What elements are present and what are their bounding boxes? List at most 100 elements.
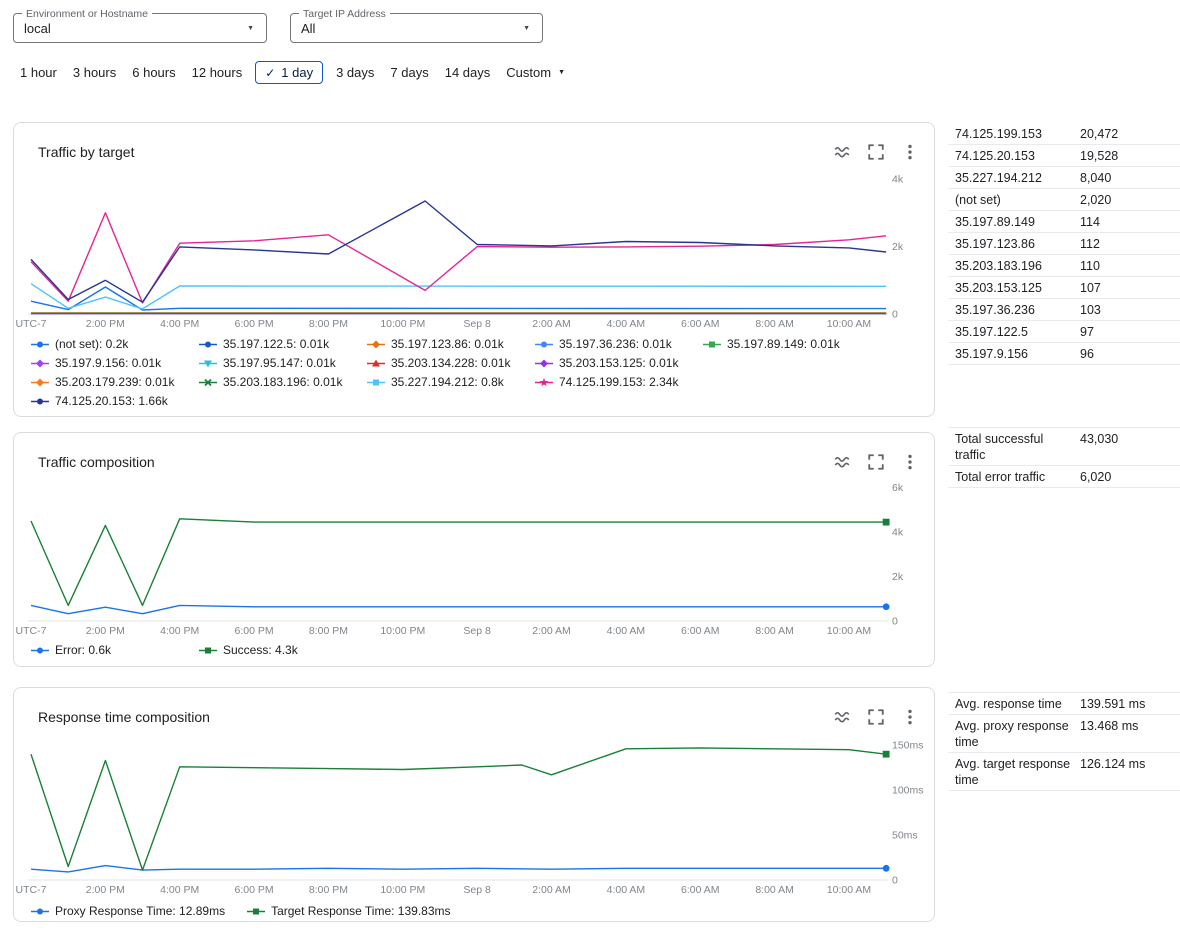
legend-item[interactable]: 35.203.134.228: 0.01k bbox=[367, 354, 535, 373]
time-range-14-days[interactable]: 14 days bbox=[439, 61, 497, 84]
chart-series bbox=[31, 284, 886, 309]
legend-label: Target Response Time: 139.83ms bbox=[271, 902, 450, 921]
square-marker-icon bbox=[199, 645, 217, 656]
legend-item[interactable]: 35.203.153.125: 0.01k bbox=[535, 354, 703, 373]
svg-text:8:00 AM: 8:00 AM bbox=[755, 318, 794, 330]
legend-item[interactable]: 35.197.89.149: 0.01k bbox=[703, 335, 871, 354]
time-range-6-hours[interactable]: 6 hours bbox=[126, 61, 181, 84]
traffic-by-target-chart[interactable]: UTC-72:00 PM4:00 PM6:00 PM8:00 PM10:00 P… bbox=[26, 167, 926, 333]
chart-series bbox=[31, 605, 886, 613]
square-marker-icon bbox=[367, 377, 385, 388]
legend-label: 35.197.95.147: 0.01k bbox=[223, 354, 336, 373]
traffic-by-target-legend: (not set): 0.2k35.197.122.5: 0.01k35.197… bbox=[31, 335, 934, 411]
table-row-value: 110 bbox=[1080, 258, 1180, 274]
table-row: 35.203.183.196110 bbox=[948, 255, 1180, 277]
table-row-value: 43,030 bbox=[1080, 431, 1180, 447]
table-row-label: 74.125.20.153 bbox=[955, 148, 1080, 164]
svg-text:10:00 AM: 10:00 AM bbox=[827, 884, 871, 896]
svg-text:10:00 PM: 10:00 PM bbox=[380, 318, 425, 330]
time-range-custom[interactable]: Custom▼ bbox=[500, 61, 571, 84]
svg-text:0: 0 bbox=[892, 616, 898, 628]
legend-item[interactable]: 35.227.194.212: 0.8k bbox=[367, 373, 535, 392]
legend-item[interactable]: 35.203.183.196: 0.01k bbox=[199, 373, 367, 392]
legend-item[interactable]: Proxy Response Time: 12.89ms bbox=[31, 902, 225, 921]
legend-item[interactable]: 35.197.95.147: 0.01k bbox=[199, 354, 367, 373]
traffic-by-target-table: 74.125.199.15320,47274.125.20.15319,5283… bbox=[948, 123, 1180, 365]
more-options-icon[interactable] bbox=[898, 705, 922, 729]
legend-item[interactable]: 35.197.123.86: 0.01k bbox=[367, 335, 535, 354]
svg-text:2:00 AM: 2:00 AM bbox=[532, 625, 571, 637]
legend-item[interactable]: 35.197.36.236: 0.01k bbox=[535, 335, 703, 354]
table-row: 35.227.194.2128,040 bbox=[948, 167, 1180, 189]
time-range-1-hour[interactable]: 1 hour bbox=[14, 61, 63, 84]
svg-text:4:00 AM: 4:00 AM bbox=[607, 884, 646, 896]
table-row: 74.125.199.15320,472 bbox=[948, 123, 1180, 145]
time-range-3-hours[interactable]: 3 hours bbox=[67, 61, 122, 84]
fullscreen-icon[interactable] bbox=[864, 140, 888, 164]
chart-series bbox=[31, 519, 886, 606]
time-range-label: 3 hours bbox=[73, 65, 116, 80]
svg-text:2:00 AM: 2:00 AM bbox=[532, 884, 571, 896]
svg-text:2:00 PM: 2:00 PM bbox=[86, 884, 125, 896]
legend-label: 35.203.153.125: 0.01k bbox=[559, 354, 678, 373]
legend-item[interactable]: Error: 0.6k bbox=[31, 641, 199, 660]
card-title-traffic-by-target: Traffic by target bbox=[38, 144, 134, 160]
svg-text:8:00 PM: 8:00 PM bbox=[309, 884, 348, 896]
svg-text:100ms: 100ms bbox=[892, 785, 924, 797]
more-options-icon[interactable] bbox=[898, 450, 922, 474]
diamond-marker-icon bbox=[31, 358, 49, 369]
diamond-marker-icon bbox=[367, 339, 385, 350]
svg-text:10:00 PM: 10:00 PM bbox=[380, 884, 425, 896]
legend-item[interactable]: 74.125.199.153: 2.34k bbox=[535, 373, 703, 392]
legend-label: 35.197.89.149: 0.01k bbox=[727, 335, 840, 354]
table-row-label: 35.197.36.236 bbox=[955, 302, 1080, 318]
diamond-marker-icon bbox=[31, 377, 49, 388]
chart-style-icon[interactable] bbox=[830, 450, 854, 474]
svg-text:6:00 PM: 6:00 PM bbox=[235, 625, 274, 637]
legend-item[interactable]: 35.197.122.5: 0.01k bbox=[199, 335, 367, 354]
svg-text:6:00 PM: 6:00 PM bbox=[235, 884, 274, 896]
time-range-7-days[interactable]: 7 days bbox=[384, 61, 434, 84]
legend-item[interactable]: 74.125.20.153: 1.66k bbox=[31, 392, 199, 411]
time-range-label: 7 days bbox=[390, 65, 428, 80]
legend-item[interactable]: (not set): 0.2k bbox=[31, 335, 199, 354]
legend-label: Proxy Response Time: 12.89ms bbox=[55, 902, 225, 921]
traffic-composition-table: Total successful traffic43,030Total erro… bbox=[948, 427, 1180, 488]
response-time-chart[interactable]: UTC-72:00 PM4:00 PM6:00 PM8:00 PM10:00 P… bbox=[26, 732, 926, 900]
legend-item[interactable]: 35.203.179.239: 0.01k bbox=[31, 373, 199, 392]
legend-label: 35.203.183.196: 0.01k bbox=[223, 373, 342, 392]
time-range-3-days[interactable]: 3 days bbox=[330, 61, 380, 84]
time-range-label: 6 hours bbox=[132, 65, 175, 80]
more-options-icon[interactable] bbox=[898, 140, 922, 164]
svg-text:4k: 4k bbox=[892, 174, 904, 186]
fullscreen-icon[interactable] bbox=[864, 450, 888, 474]
table-row: 35.197.123.86112 bbox=[948, 233, 1180, 255]
chart-series bbox=[31, 748, 886, 870]
traffic-composition-chart[interactable]: UTC-72:00 PM4:00 PM6:00 PM8:00 PM10:00 P… bbox=[26, 477, 926, 639]
response-time-table: Avg. response time139.591 msAvg. proxy r… bbox=[948, 692, 1180, 791]
legend-item[interactable]: Success: 4.3k bbox=[199, 641, 367, 660]
table-row-value: 112 bbox=[1080, 236, 1180, 252]
time-range-12-hours[interactable]: 12 hours bbox=[186, 61, 249, 84]
chart-series bbox=[31, 866, 886, 872]
table-row: 35.197.36.236103 bbox=[948, 299, 1180, 321]
table-row-label: 74.125.199.153 bbox=[955, 126, 1080, 142]
fullscreen-icon[interactable] bbox=[864, 705, 888, 729]
star-marker-icon bbox=[535, 377, 553, 388]
time-range-label: 1 hour bbox=[20, 65, 57, 80]
environment-hostname-dropdown[interactable]: Environment or Hostname local ▼ bbox=[13, 13, 267, 43]
table-row-label: (not set) bbox=[955, 192, 1080, 208]
triangle-up-marker-icon bbox=[367, 358, 385, 369]
svg-text:4:00 AM: 4:00 AM bbox=[607, 625, 646, 637]
svg-text:8:00 PM: 8:00 PM bbox=[309, 625, 348, 637]
table-row: 35.197.9.15696 bbox=[948, 343, 1180, 365]
chart-style-icon[interactable] bbox=[830, 140, 854, 164]
time-range-1-day[interactable]: ✓1 day bbox=[255, 61, 323, 84]
table-row-value: 126.124 ms bbox=[1080, 756, 1180, 772]
target-ip-dropdown[interactable]: Target IP Address All ▼ bbox=[290, 13, 543, 43]
legend-item[interactable]: 35.197.9.156: 0.01k bbox=[31, 354, 199, 373]
table-row-value: 6,020 bbox=[1080, 469, 1180, 485]
legend-item[interactable]: Target Response Time: 139.83ms bbox=[247, 902, 450, 921]
chart-style-icon[interactable] bbox=[830, 705, 854, 729]
card-response-time-composition: Response time composition UTC-72:00 PM4:… bbox=[13, 687, 935, 922]
